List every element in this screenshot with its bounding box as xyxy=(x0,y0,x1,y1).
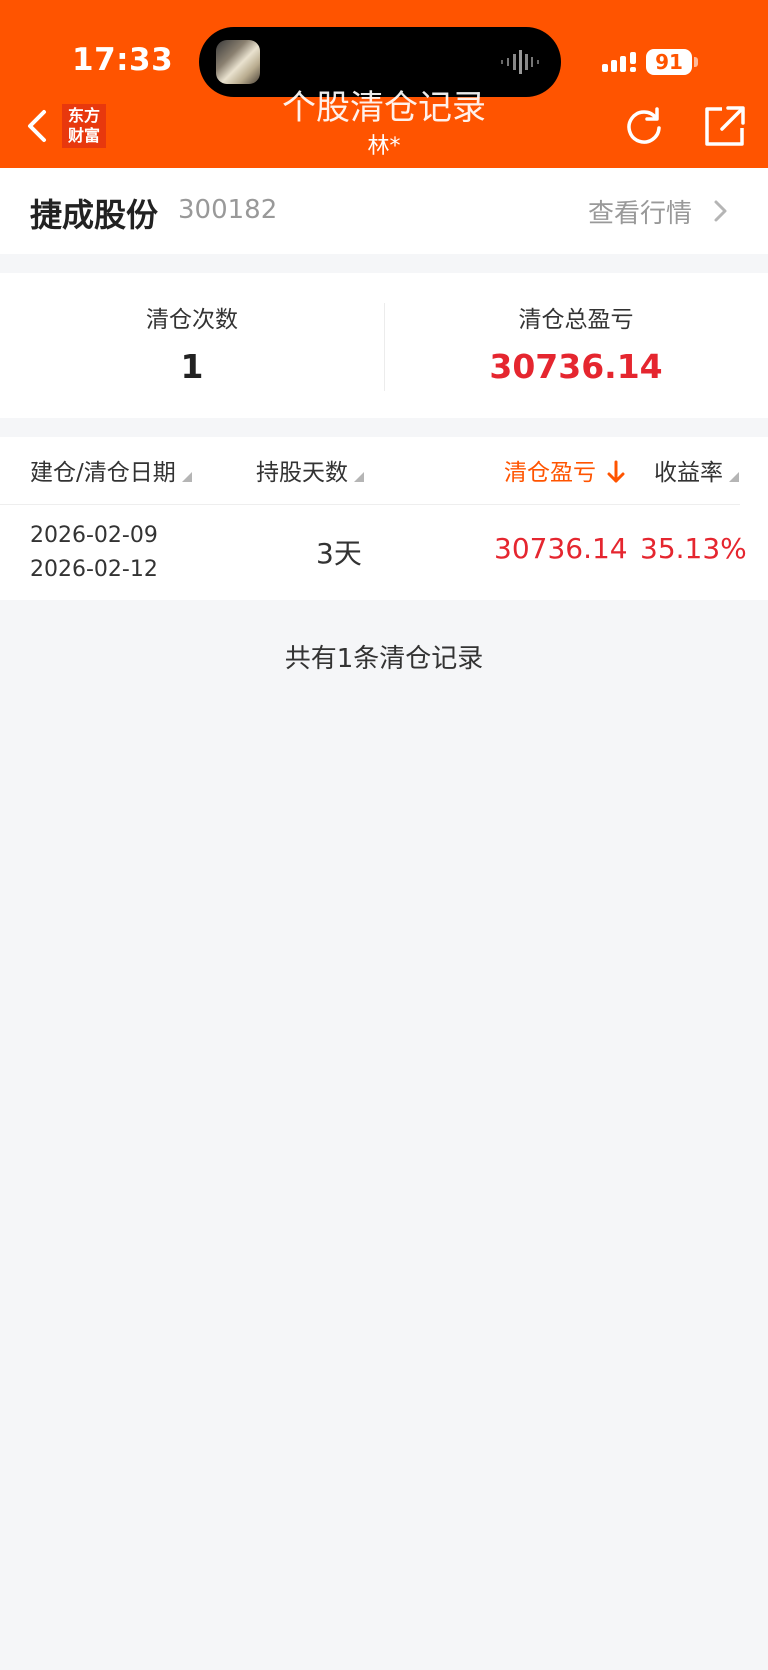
header-pnl[interactable]: 清仓盈亏 xyxy=(504,457,625,489)
table-row[interactable]: 2026-02-09 2026-02-12 3天 30736.14 35.13% xyxy=(0,505,768,600)
total-pnl-value: 30736.14 xyxy=(489,347,663,386)
header-days-label: 持股天数 xyxy=(256,460,348,486)
record-count-text: 共有1条清仓记录 xyxy=(284,644,484,674)
clear-count-value: 1 xyxy=(180,347,204,386)
header-pnl-label: 清仓盈亏 xyxy=(504,460,596,486)
close-date: 2026-02-12 xyxy=(30,557,158,582)
clear-pnl: 30736.14 xyxy=(494,532,628,565)
sort-icon xyxy=(354,472,364,482)
sort-icon xyxy=(729,472,739,482)
summary-card: 清仓次数 1 清仓总盈亏 30736.14 xyxy=(0,273,768,418)
share-icon[interactable] xyxy=(702,104,746,148)
stock-name: 捷成股份 xyxy=(30,196,159,234)
app-header: 17:33 91 东方 财富 个股清仓记录 林* xyxy=(0,0,768,168)
audio-wave-icon xyxy=(501,50,539,74)
return-rate: 35.13% xyxy=(640,532,747,565)
open-date: 2026-02-09 xyxy=(30,523,158,548)
header-days[interactable]: 持股天数 xyxy=(256,457,364,489)
logo-line-2: 财富 xyxy=(67,126,100,145)
logo-line-1: 东方 xyxy=(67,106,100,125)
holding-days: 3天 xyxy=(316,537,362,570)
clear-records-table: 建仓/清仓日期 持股天数 清仓盈亏 收益率 2026-02-09 2026-02… xyxy=(0,437,768,600)
status-time: 17:33 xyxy=(72,42,174,78)
stock-code: 300182 xyxy=(178,195,278,225)
page-subtitle: 林* xyxy=(367,134,401,159)
view-quote-link[interactable]: 查看行情 xyxy=(588,193,692,230)
stock-bar: 捷成股份 300182 查看行情 xyxy=(0,168,768,254)
sort-desc-arrow-icon xyxy=(607,460,625,483)
dynamic-island[interactable] xyxy=(199,27,561,97)
page-title: 个股清仓记录 xyxy=(282,88,486,128)
header-rate-label: 收益率 xyxy=(654,460,723,486)
cellular-signal-icon xyxy=(602,52,636,72)
header-date-label: 建仓/清仓日期 xyxy=(30,460,176,486)
date-cell: 2026-02-09 2026-02-12 xyxy=(30,519,158,587)
total-pnl-label: 清仓总盈亏 xyxy=(518,307,634,333)
sort-icon xyxy=(181,472,192,482)
header-date[interactable]: 建仓/清仓日期 xyxy=(30,457,192,489)
back-icon[interactable] xyxy=(24,106,52,146)
total-pnl-block: 清仓总盈亏 30736.14 xyxy=(384,303,768,389)
clear-count-block: 清仓次数 1 xyxy=(0,303,384,389)
now-playing-thumbnail xyxy=(216,40,260,84)
battery-indicator: 91 xyxy=(646,49,692,75)
battery-nub xyxy=(694,57,698,67)
chevron-right-icon[interactable] xyxy=(712,199,728,223)
clear-count-label: 清仓次数 xyxy=(146,307,238,333)
app-logo: 东方 财富 xyxy=(62,104,106,148)
refresh-icon[interactable] xyxy=(622,104,666,148)
header-rate[interactable]: 收益率 xyxy=(654,457,739,489)
